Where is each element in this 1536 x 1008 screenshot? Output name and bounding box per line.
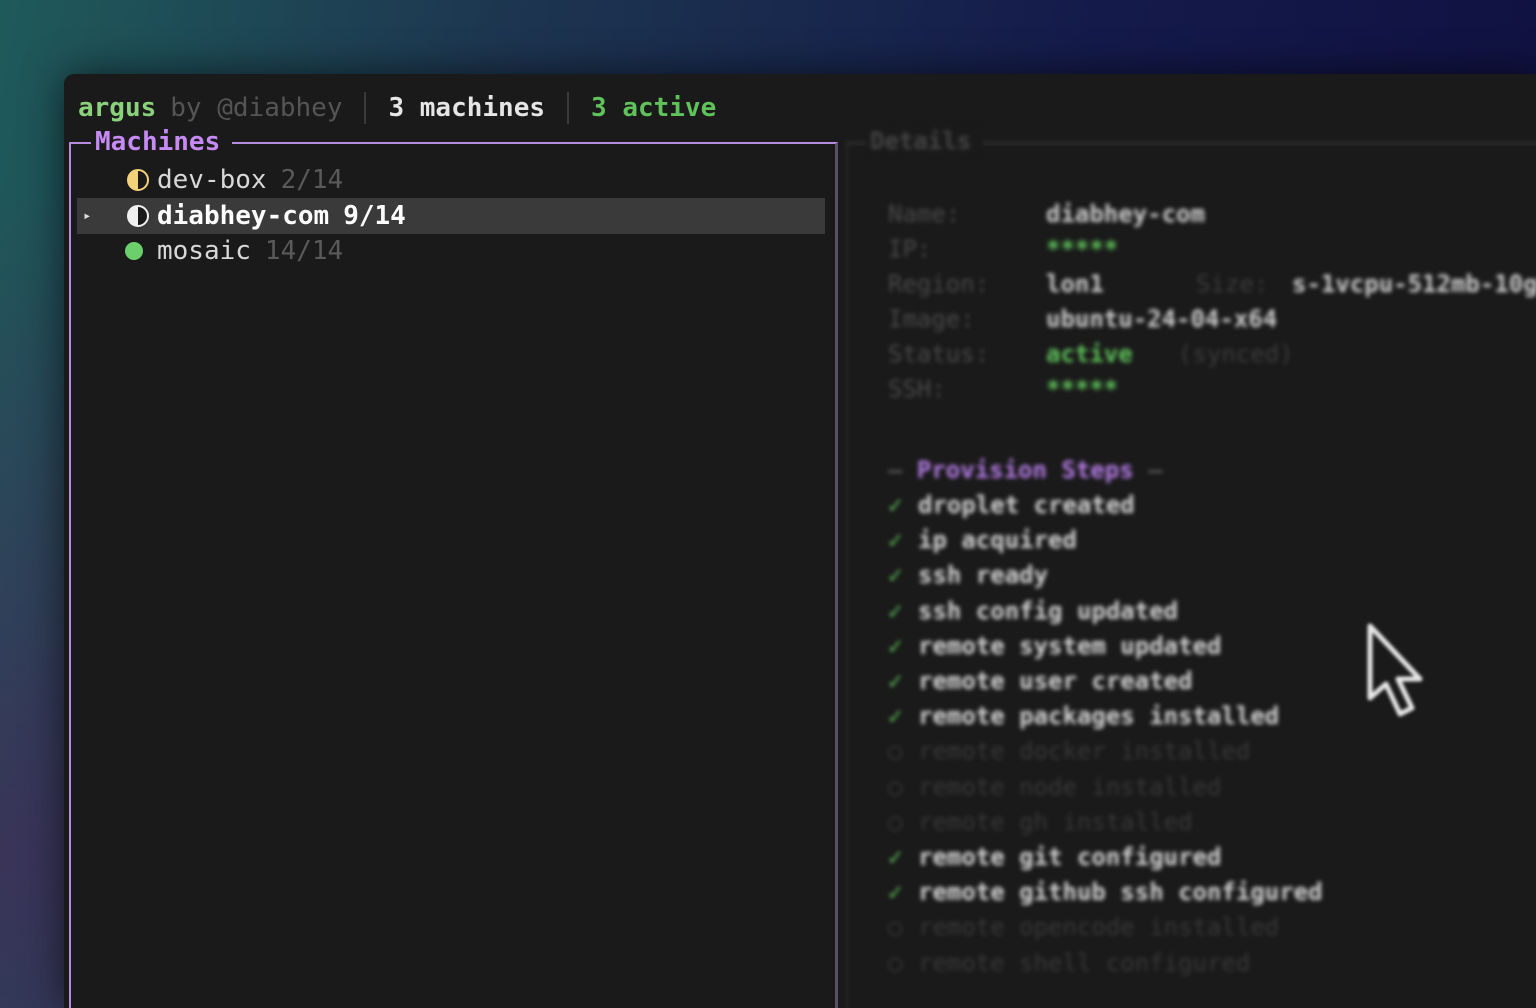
detail-label: Name:	[888, 200, 961, 228]
provision-step: ✓ remote git configured	[888, 843, 1221, 875]
detail-label: Region:	[888, 270, 990, 298]
provision-step: ✓ remote packages installed	[888, 702, 1279, 734]
provision-step: ○ remote node installed	[888, 773, 1221, 805]
half-circle-white-icon	[127, 205, 149, 227]
check-icon: ✓	[888, 596, 903, 625]
half-circle-yellow-icon	[127, 169, 149, 191]
details-panel-title: Details	[866, 127, 984, 155]
provision-step-label: remote shell configured	[918, 948, 1251, 977]
provision-step-label: remote gh installed	[918, 807, 1193, 836]
detail-value: lon1	[1046, 270, 1104, 298]
app-name: argus	[78, 93, 157, 123]
detail-value: diabhey-com	[1046, 200, 1205, 228]
check-icon: ✓	[888, 561, 903, 590]
app-header: argus by @diabhey 3 machines 3 active	[78, 90, 716, 126]
provision-step-label: remote git configured	[918, 843, 1222, 871]
provision-step: ✓ remote user created	[888, 667, 1193, 699]
machine-name: diabhey-com	[157, 201, 330, 231]
provision-step-label: droplet created	[918, 491, 1135, 519]
details-panel: Details Name: diabhey-com IP: ***** Regi…	[846, 127, 1536, 1008]
machines-panel-title: Machines	[91, 127, 233, 157]
pending-circle-icon: ○	[888, 913, 903, 942]
author-label: by @diabhey	[170, 93, 343, 123]
provision-step: ✓ remote system updated	[888, 632, 1221, 664]
provision-step-label: ssh ready	[918, 561, 1049, 590]
check-icon: ✓	[888, 843, 903, 871]
title-dash: —	[1148, 456, 1163, 484]
machine-progress: 2/14	[280, 165, 344, 195]
provision-step-label: remote github ssh configured	[918, 878, 1323, 907]
provision-step: ○ remote opencode installed	[888, 913, 1279, 945]
provision-steps-title: — Provision Steps —	[888, 456, 1163, 484]
machine-row-diabhey-com[interactable]: ▸ diabhey-com 9/14	[77, 198, 825, 234]
pending-circle-icon: ○	[888, 807, 903, 836]
machine-name-wrap: mosaic 14/14	[157, 236, 343, 266]
provision-step: ✓ ip acquired	[888, 526, 1077, 558]
check-icon: ✓	[888, 702, 903, 731]
machine-name-wrap: diabhey-com 9/14	[157, 201, 406, 231]
header-separator	[364, 92, 367, 124]
header-separator	[567, 92, 570, 124]
selected-marker-icon: ▸	[83, 208, 92, 224]
check-icon: ✓	[888, 878, 903, 907]
pending-circle-icon: ○	[888, 737, 903, 766]
machine-name: mosaic	[157, 236, 251, 266]
detail-label: Image:	[888, 305, 975, 333]
provision-step-label: remote docker installed	[918, 737, 1251, 766]
detail-label: Size:	[1196, 270, 1269, 298]
machine-progress: 14/14	[264, 236, 344, 266]
provision-step: ✓ remote github ssh configured	[888, 878, 1323, 910]
provision-step: ○ remote gh installed	[888, 808, 1193, 840]
provision-step-label: remote opencode installed	[918, 913, 1280, 942]
machines-panel: Machines dev-box 2/14 ▸ diabhey-com 9/14 m…	[69, 127, 838, 1008]
machine-name-wrap: dev-box 2/14	[157, 165, 343, 195]
pending-circle-icon: ○	[888, 772, 903, 801]
provision-step: ○ remote docker installed	[888, 737, 1250, 769]
provision-step: ✓ ssh ready	[888, 561, 1048, 593]
detail-value: active	[1046, 340, 1133, 368]
provision-step-label: ssh config updated	[918, 596, 1179, 625]
machine-row-dev-box[interactable]: dev-box 2/14	[77, 162, 825, 198]
provision-step: ✓ droplet created	[888, 491, 1135, 523]
machine-row-mosaic[interactable]: mosaic 14/14	[77, 233, 825, 269]
provision-step: ○ remote shell configured	[888, 949, 1250, 981]
check-icon: ✓	[888, 667, 903, 695]
mouse-cursor-icon	[1367, 623, 1423, 717]
machine-progress: 9/14	[343, 201, 406, 231]
provision-title-text: Provision Steps	[916, 456, 1134, 484]
full-circle-green-icon	[125, 242, 143, 260]
provision-step-label: remote system updated	[918, 631, 1222, 660]
provision-step-label: ip acquired	[918, 526, 1077, 555]
detail-value: ubuntu-24-04-x64	[1046, 305, 1278, 333]
detail-label: SSH:	[888, 375, 946, 403]
active-count: 3 active	[591, 93, 717, 123]
check-icon: ✓	[888, 526, 903, 555]
provision-step: ✓ ssh config updated	[888, 597, 1178, 629]
machines-count: 3 machines	[388, 93, 546, 123]
detail-label: Status:	[888, 340, 990, 368]
machine-name: dev-box	[157, 165, 267, 195]
terminal-window: argus by @diabhey 3 machines 3 active Ma…	[64, 74, 1536, 1008]
check-icon: ✓	[888, 631, 903, 660]
detail-value: *****	[1046, 235, 1119, 263]
pending-circle-icon: ○	[888, 948, 903, 977]
provision-step-label: remote node installed	[918, 772, 1222, 801]
provision-step-label: remote packages installed	[918, 702, 1280, 731]
provision-step-label: remote user created	[918, 667, 1193, 695]
detail-value: s-1vcpu-512mb-10gb	[1292, 270, 1536, 298]
detail-label: IP:	[888, 235, 932, 263]
title-dash: —	[888, 456, 903, 484]
detail-sub: (synced)	[1178, 340, 1294, 368]
check-icon: ✓	[888, 491, 903, 519]
detail-value: *****	[1046, 375, 1119, 403]
